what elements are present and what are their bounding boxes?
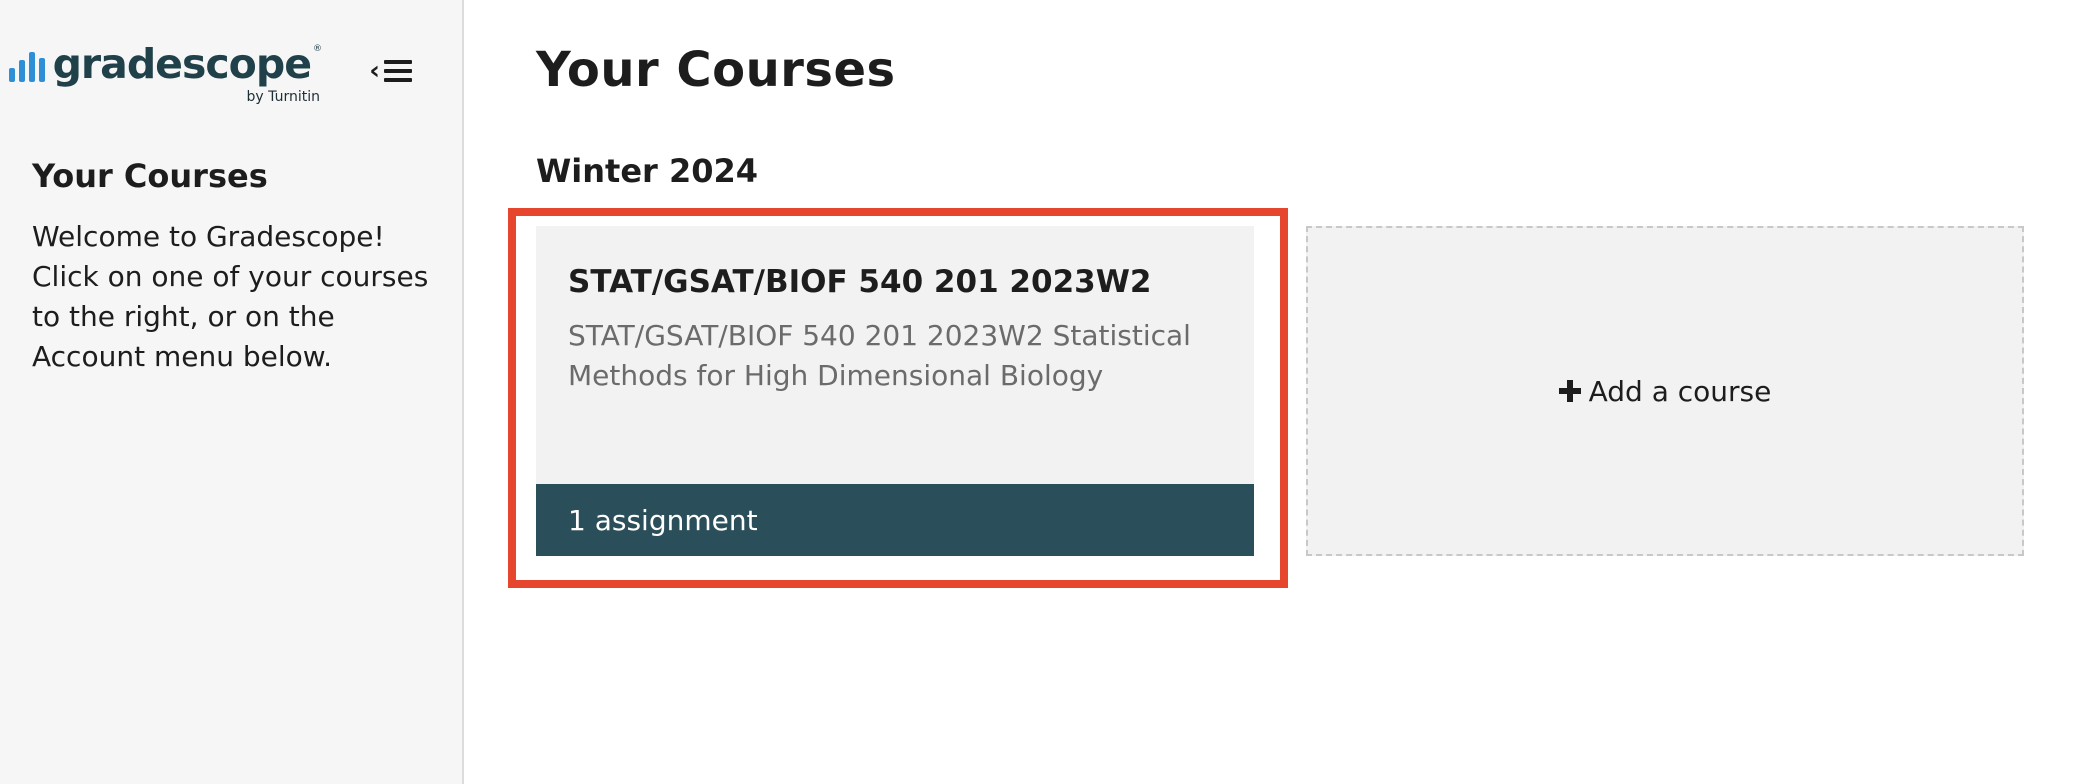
page-title: Your Courses	[536, 42, 896, 98]
course-card[interactable]: STAT/GSAT/BIOF 540 201 2023W2 STAT/GSAT/…	[536, 226, 1254, 556]
gradescope-logo[interactable]: gradescope ® by Turnitin	[8, 44, 322, 105]
sidebar-header: gradescope ® by Turnitin ‹	[8, 44, 430, 105]
sidebar-heading: Your Courses	[32, 157, 268, 195]
registered-mark: ®	[313, 44, 322, 54]
course-full-name: STAT/GSAT/BIOF 540 201 2023W2 Statistica…	[568, 319, 1191, 392]
chevron-left-icon: ‹	[369, 56, 380, 86]
logo-wordmark: gradescope	[52, 40, 312, 88]
app: gradescope ® by Turnitin ‹ Your Courses …	[0, 0, 2076, 784]
main-content: Your Courses Winter 2024 STAT/GSAT/BIOF …	[464, 0, 2076, 784]
course-short-name: STAT/GSAT/BIOF 540 201 2023W2	[568, 264, 1152, 300]
add-course-label: Add a course	[1588, 374, 1772, 408]
sidebar-welcome-text: Welcome to Gradescope! Click on one of y…	[32, 220, 429, 373]
sidebar: gradescope ® by Turnitin ‹ Your Courses …	[0, 0, 464, 784]
hamburger-menu-icon	[384, 60, 412, 82]
term-heading: Winter 2024	[536, 152, 759, 190]
assignment-count: 1 assignment	[568, 503, 758, 537]
course-list: STAT/GSAT/BIOF 540 201 2023W2 STAT/GSAT/…	[536, 226, 2076, 556]
logo-row: gradescope ®	[8, 40, 322, 88]
add-course-button[interactable]: Add a course	[1306, 226, 2024, 556]
plus-icon	[1558, 380, 1581, 402]
gradescope-bars-icon	[8, 48, 45, 82]
logo-byline: by Turnitin	[246, 89, 320, 105]
course-card-body: STAT/GSAT/BIOF 540 201 2023W2 STAT/GSAT/…	[536, 226, 1254, 484]
collapse-sidebar-button[interactable]: ‹	[369, 58, 412, 84]
course-card-footer: 1 assignment	[536, 484, 1254, 556]
